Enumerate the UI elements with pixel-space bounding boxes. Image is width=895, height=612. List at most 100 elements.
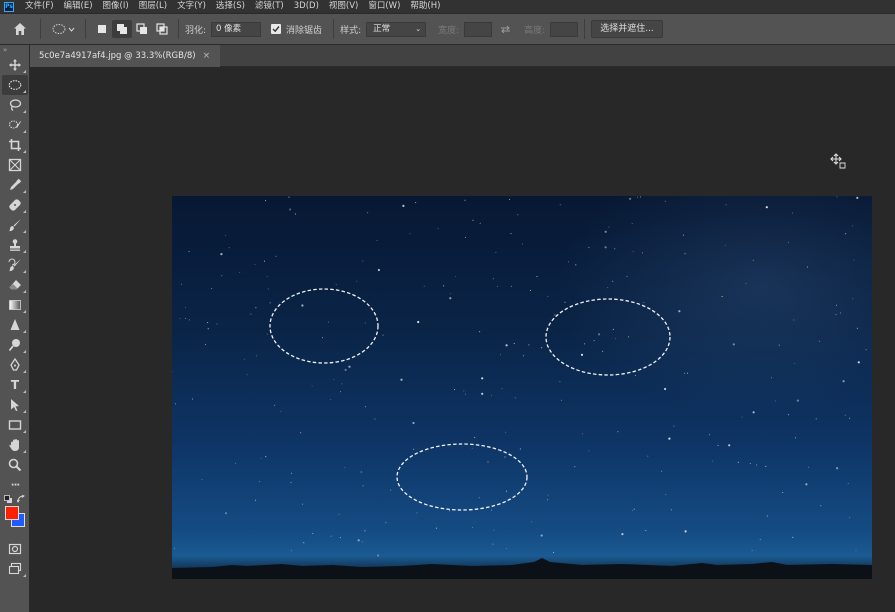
star	[235, 462, 237, 464]
document-tab[interactable]: 5c0e7a4917af4.jpg @ 33.3%(RGB/8) ×	[30, 45, 221, 67]
menu-view[interactable]: 视图(V)	[324, 0, 363, 13]
eyedropper-tool[interactable]	[2, 175, 28, 195]
subtract-from-selection-button[interactable]	[132, 20, 152, 38]
star	[732, 343, 735, 346]
star	[847, 483, 849, 484]
elliptical-selection-2[interactable]	[545, 298, 671, 376]
quick-selection-tool-icon	[8, 120, 21, 129]
lasso-tool[interactable]	[2, 95, 28, 115]
move-tool-icon	[9, 59, 21, 71]
star	[496, 286, 498, 287]
star	[505, 344, 508, 347]
add-to-selection-button[interactable]	[112, 20, 132, 38]
move-tool[interactable]	[2, 55, 28, 75]
star	[367, 212, 369, 214]
star	[513, 343, 515, 345]
document-tab-title: 5c0e7a4917af4.jpg @ 33.3%(RGB/8)	[39, 51, 196, 61]
star	[530, 521, 532, 523]
brush-tool[interactable]	[2, 215, 28, 235]
menu-select[interactable]: 选择(S)	[211, 0, 250, 13]
quick-mask-button[interactable]	[2, 539, 28, 559]
frame-tool[interactable]	[2, 155, 28, 175]
healing-brush-tool[interactable]	[2, 195, 28, 215]
star	[835, 314, 837, 316]
star	[751, 549, 753, 551]
style-select[interactable]: 正常 ⌄	[366, 21, 427, 37]
gradient-tool[interactable]	[2, 295, 28, 315]
menu-filter[interactable]: 滤镜(T)	[250, 0, 289, 13]
height-input[interactable]	[550, 21, 579, 37]
star	[568, 261, 569, 263]
star	[645, 530, 647, 532]
close-icon[interactable]: ×	[203, 51, 211, 61]
intersect-selection-button[interactable]	[152, 20, 172, 38]
elliptical-marquee-tool[interactable]	[2, 75, 28, 95]
tool-preset-picker[interactable]	[47, 20, 79, 38]
pen-tool-icon	[10, 358, 20, 371]
swap-colors-icon[interactable]	[17, 495, 26, 504]
star	[615, 338, 616, 340]
star	[791, 212, 793, 214]
hand-tool[interactable]	[2, 435, 28, 455]
default-colors-icon[interactable]	[4, 495, 13, 504]
elliptical-selection-1[interactable]	[269, 288, 379, 364]
star	[179, 318, 181, 319]
edit-toolbar-button[interactable]: ···	[2, 475, 28, 495]
star	[852, 298, 854, 300]
menu-image[interactable]: 图像(I)	[98, 0, 134, 13]
width-input[interactable]	[464, 21, 493, 37]
height-label: 高度:	[524, 25, 546, 36]
dodge-tool[interactable]	[2, 335, 28, 355]
star	[530, 290, 531, 291]
menu-3d[interactable]: 3D(D)	[289, 0, 324, 13]
history-brush-tool[interactable]	[2, 255, 28, 275]
menu-layer[interactable]: 图层(L)	[134, 0, 172, 13]
elliptical-selection-3[interactable]	[396, 443, 528, 511]
feather-input[interactable]: 0 像素	[211, 21, 262, 37]
color-swatches	[2, 495, 28, 535]
star	[492, 278, 494, 280]
star	[239, 271, 241, 273]
star	[192, 398, 194, 400]
menu-file[interactable]: 文件(F)	[20, 0, 59, 13]
clone-stamp-tool[interactable]	[2, 235, 28, 255]
star	[796, 399, 800, 402]
document-image-night-sky[interactable]	[172, 196, 872, 579]
crop-tool[interactable]	[2, 135, 28, 155]
star	[806, 266, 808, 268]
blur-tool[interactable]	[2, 315, 28, 335]
zoom-tool[interactable]	[2, 455, 28, 475]
star	[709, 434, 710, 436]
pen-tool[interactable]	[2, 355, 28, 375]
quick-selection-tool[interactable]	[2, 115, 28, 135]
star	[450, 293, 452, 294]
star	[637, 196, 639, 198]
path-selection-tool[interactable]	[2, 395, 28, 415]
star	[357, 539, 360, 542]
star	[302, 503, 304, 505]
menu-type[interactable]: 文字(Y)	[172, 0, 211, 13]
menu-help[interactable]: 帮助(H)	[405, 0, 445, 13]
screen-mode-button[interactable]	[2, 559, 28, 579]
star	[377, 554, 380, 557]
foreground-color-swatch[interactable]	[5, 506, 19, 520]
swap-width-height-button[interactable]	[492, 20, 518, 38]
new-selection-button[interactable]	[92, 20, 112, 38]
star	[523, 355, 525, 357]
type-tool[interactable]: T	[2, 375, 28, 395]
star	[344, 368, 347, 371]
photoshop-logo-icon: Ps	[4, 1, 14, 12]
antialias-checkbox[interactable]: 消除锯齿	[271, 23, 327, 36]
eraser-tool[interactable]	[2, 275, 28, 295]
star	[506, 548, 507, 550]
menu-edit[interactable]: 编辑(E)	[59, 0, 98, 13]
rectangle-tool[interactable]	[2, 415, 28, 435]
canvas-workspace[interactable]	[30, 67, 895, 612]
history-brush-tool-icon	[8, 258, 21, 272]
menu-window[interactable]: 窗口(W)	[363, 0, 405, 13]
add-to-selection-icon	[117, 24, 127, 34]
star	[224, 234, 226, 236]
collapse-toolbar-icon[interactable]: »	[0, 45, 29, 55]
home-button[interactable]	[6, 20, 34, 38]
select-and-mask-button[interactable]: 选择并遮住...	[591, 20, 663, 38]
